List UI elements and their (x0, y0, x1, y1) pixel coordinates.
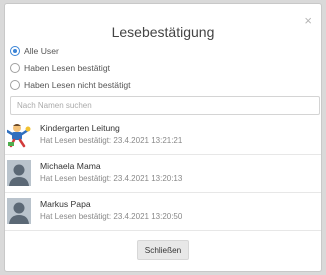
read-confirmation-dialog: × Lesebestätigung Alle User Haben Lesen … (4, 3, 322, 272)
read-status: Hat Lesen bestätigt: 23.4.2021 13:21:21 (40, 136, 183, 145)
user-name: Markus Papa (40, 199, 91, 209)
close-button[interactable]: Schließen (137, 240, 189, 260)
filter-read-not-confirmed[interactable]: Haben Lesen nicht bestätigt (10, 78, 131, 92)
radio-unchecked-icon[interactable] (10, 80, 20, 90)
list-item: Markus Papa Hat Lesen bestätigt: 23.4.20… (5, 193, 321, 231)
name-search-input[interactable] (10, 96, 320, 115)
default-user-avatar-icon (7, 160, 31, 186)
user-name: Kindergarten Leitung (40, 123, 120, 133)
user-name: Michaela Mama (40, 161, 101, 171)
filter-all-users[interactable]: Alle User (10, 44, 59, 58)
read-status: Hat Lesen bestätigt: 23.4.2021 13:20:50 (40, 212, 183, 221)
list-item: Kindergarten Leitung Hat Lesen bestätigt… (5, 117, 321, 155)
kindergarten-logo-icon (7, 124, 31, 148)
default-user-avatar-icon (7, 198, 31, 224)
filter-label: Alle User (24, 46, 59, 56)
dialog-title: Lesebestätigung (111, 24, 215, 40)
radio-unchecked-icon[interactable] (10, 63, 20, 73)
read-status: Hat Lesen bestätigt: 23.4.2021 13:20:13 (40, 174, 183, 183)
filter-read-confirmed[interactable]: Haben Lesen bestätigt (10, 61, 110, 75)
list-item: Michaela Mama Hat Lesen bestätigt: 23.4.… (5, 155, 321, 193)
radio-checked-icon[interactable] (10, 46, 20, 56)
filter-label: Haben Lesen nicht bestätigt (24, 80, 131, 90)
filter-label: Haben Lesen bestätigt (24, 63, 111, 73)
